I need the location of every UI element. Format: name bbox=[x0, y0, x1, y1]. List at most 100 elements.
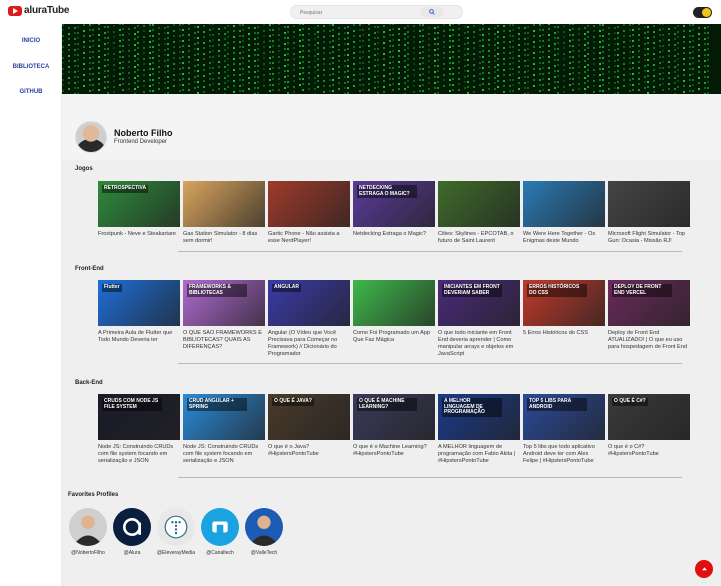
matrix-column bbox=[422, 24, 424, 94]
video-title[interactable]: O que todo iniciante em Front End deveri… bbox=[438, 330, 520, 358]
favorite-profile[interactable]: @Canaltech bbox=[200, 508, 240, 556]
video-thumbnail[interactable]: DEPLOY DE FRONT END VERCEL bbox=[608, 280, 690, 326]
matrix-column bbox=[332, 24, 334, 94]
video-thumbnail[interactable] bbox=[608, 181, 690, 227]
video-thumbnail[interactable]: TOP 5 LIBS PARA ANDROID bbox=[523, 394, 605, 440]
sidebar-item-biblioteca[interactable]: BIBLIOTECA bbox=[0, 64, 62, 70]
video-thumbnail[interactable]: Flutter bbox=[98, 280, 180, 326]
thumbnail-text: RETROSPECTIVA bbox=[102, 185, 149, 193]
app-logo[interactable]: aluraTube bbox=[8, 5, 69, 16]
section-title-front-end: Front-End bbox=[75, 266, 104, 272]
video-thumbnail[interactable]: O QUE É JAVA? bbox=[268, 394, 350, 440]
video-card[interactable]: O QUE É MACHINE LEARNING? O que é o Machi… bbox=[353, 394, 435, 472]
video-title[interactable]: Microsoft Flight Simulator - Top Gun: Oc… bbox=[608, 231, 690, 253]
video-title[interactable]: O que é o C#? #HipstersPontoTube bbox=[608, 444, 690, 472]
video-card[interactable]: CRUDS COM NODE JS FILE SYSTEM Node JS: Co… bbox=[98, 394, 180, 472]
video-card[interactable]: Cities: Skylines - EPCOTAB, o futuro de … bbox=[438, 181, 520, 253]
video-card[interactable]: ANGULAR Angular (O Vídeo que Você Precisa… bbox=[268, 280, 350, 358]
video-title[interactable]: A Primeira Aula de Flutter que Todo Mund… bbox=[98, 330, 180, 358]
matrix-column bbox=[464, 24, 466, 90]
video-card[interactable]: Microsoft Flight Simulator - Top Gun: Oc… bbox=[608, 181, 690, 253]
video-thumbnail[interactable]: O QUE É C#? bbox=[608, 394, 690, 440]
row-scrollbar[interactable] bbox=[178, 363, 682, 364]
video-title[interactable]: Node JS: Construindo CRUDs com file syst… bbox=[98, 444, 180, 472]
video-thumbnail[interactable]: A MELHOR LINGUAGEM DE PROGRAMAÇÃO bbox=[438, 394, 520, 440]
matrix-column bbox=[83, 24, 85, 88]
video-card[interactable]: INICIANTES EM FRONT DEVERIAM SABER O que … bbox=[438, 280, 520, 358]
matrix-column bbox=[107, 24, 109, 94]
favorite-profile[interactable]: @EleverayMedia bbox=[156, 508, 196, 556]
video-title[interactable]: Frostpunk - Neve e Steakartare bbox=[98, 231, 180, 253]
video-card[interactable]: A MELHOR LINGUAGEM DE PROGRAMAÇÃO A MELHO… bbox=[438, 394, 520, 472]
person-avatar-icon[interactable] bbox=[245, 508, 283, 546]
video-title[interactable]: Node JS: Construindo CRUDs com file syst… bbox=[183, 444, 265, 472]
video-thumbnail[interactable]: CRUDS COM NODE JS FILE SYSTEM bbox=[98, 394, 180, 440]
video-thumbnail[interactable] bbox=[523, 181, 605, 227]
video-thumbnail[interactable]: FRAMEWORKS & BIBLIOTECAS bbox=[183, 280, 265, 326]
video-card[interactable]: TOP 5 LIBS PARA ANDROID Top 5 libs que to… bbox=[523, 394, 605, 472]
favorite-profile[interactable]: @NobertoFilho bbox=[68, 508, 108, 556]
sidebar-item-github[interactable]: GITHUB bbox=[0, 89, 62, 95]
video-title[interactable]: A MELHOR linguagem de programação com Fa… bbox=[438, 444, 520, 472]
video-thumbnail[interactable]: RETROSPECTIVA bbox=[98, 181, 180, 227]
video-thumbnail[interactable]: NETDECKING ESTRAGA O MAGIC? bbox=[353, 181, 435, 227]
video-title[interactable]: Netdecking Estraga o Magic? bbox=[353, 231, 435, 253]
matrix-column bbox=[437, 24, 439, 94]
sidebar-item-inicio[interactable]: INICIO bbox=[0, 38, 62, 44]
video-card[interactable]: DEPLOY DE FRONT END VERCEL Deploy de Fron… bbox=[608, 280, 690, 358]
video-thumbnail[interactable] bbox=[353, 280, 435, 326]
matrix-column bbox=[518, 24, 520, 91]
arrow-up-icon bbox=[701, 566, 707, 570]
video-card[interactable]: CRUD ANGULAR + SPRING Node JS: Construind… bbox=[183, 394, 265, 472]
theme-toggle[interactable] bbox=[693, 7, 712, 18]
row-scrollbar[interactable] bbox=[178, 251, 682, 252]
search-input[interactable] bbox=[300, 7, 420, 18]
video-card[interactable]: RETROSPECTIVA Frostpunk - Neve e Steakart… bbox=[98, 181, 180, 253]
video-card[interactable]: Gas Station Simulator - 8 dias sem dormi… bbox=[183, 181, 265, 253]
canaltech-icon[interactable] bbox=[201, 508, 239, 546]
video-title[interactable]: Como Foi Programado um App Que Faz Mágic… bbox=[353, 330, 435, 358]
scroll-top-button[interactable] bbox=[695, 560, 713, 578]
matrix-column bbox=[167, 24, 169, 94]
matrix-column bbox=[533, 24, 535, 88]
video-thumbnail[interactable]: ANGULAR bbox=[268, 280, 350, 326]
video-title[interactable]: Deploy de Front End ATUALIZADO! | O que … bbox=[608, 330, 690, 358]
video-card[interactable]: ERROS HISTÓRICOS DO CSS 5 Erros Histórico… bbox=[523, 280, 605, 358]
video-title[interactable]: Gas Station Simulator - 8 dias sem dormi… bbox=[183, 231, 265, 253]
thumbnail-text: Flutter bbox=[102, 284, 122, 292]
video-thumbnail[interactable]: ERROS HISTÓRICOS DO CSS bbox=[523, 280, 605, 326]
video-title[interactable]: Top 5 libs que todo aplicativo Android d… bbox=[523, 444, 605, 472]
video-thumbnail[interactable]: INICIANTES EM FRONT DEVERIAM SABER bbox=[438, 280, 520, 326]
matrix-column bbox=[89, 24, 91, 93]
video-title[interactable]: O QUE SÃO FRAMEWORKS E BIBLIOTECAS? QUAI… bbox=[183, 330, 265, 358]
video-title[interactable]: O que é o Java? #HipstersPontoTube bbox=[268, 444, 350, 472]
matrix-column bbox=[344, 24, 346, 94]
video-thumbnail[interactable] bbox=[183, 181, 265, 227]
video-title[interactable]: Cities: Skylines - EPCOTAB, o futuro de … bbox=[438, 231, 520, 253]
video-card[interactable]: Flutter A Primeira Aula de Flutter que To… bbox=[98, 280, 180, 358]
video-card[interactable]: O QUE É JAVA? O que é o Java? #HipstersPo… bbox=[268, 394, 350, 472]
video-title[interactable]: O que é o Machine Learning? #HipstersPon… bbox=[353, 444, 435, 472]
video-card[interactable]: Como Foi Programado um App Que Faz Mágic… bbox=[353, 280, 435, 358]
video-title[interactable]: 5 Erros Históricos do CSS bbox=[523, 330, 605, 358]
video-card[interactable]: O QUE É C#? O que é o C#? #HipstersPontoT… bbox=[608, 394, 690, 472]
alura-icon[interactable] bbox=[113, 508, 151, 546]
video-title[interactable]: Gartic Phone - Não assista a esse NerdPl… bbox=[268, 231, 350, 253]
video-card[interactable]: Gartic Phone - Não assista a esse NerdPl… bbox=[268, 181, 350, 253]
favorite-profile[interactable]: @ValleTech bbox=[244, 508, 284, 556]
matrix-column bbox=[479, 24, 481, 87]
video-title[interactable]: Angular (O Vídeo que Você Precisava para… bbox=[268, 330, 350, 358]
video-thumbnail[interactable] bbox=[438, 181, 520, 227]
dots-icon[interactable] bbox=[157, 508, 195, 546]
video-card[interactable]: We Were Here Together - Os Enigmas deste… bbox=[523, 181, 605, 253]
video-thumbnail[interactable]: CRUD ANGULAR + SPRING bbox=[183, 394, 265, 440]
video-card[interactable]: NETDECKING ESTRAGA O MAGIC? Netdecking Es… bbox=[353, 181, 435, 253]
video-card[interactable]: FRAMEWORKS & BIBLIOTECAS O QUE SÃO FRAMEW… bbox=[183, 280, 265, 358]
video-thumbnail[interactable] bbox=[268, 181, 350, 227]
search-button[interactable] bbox=[420, 7, 444, 17]
video-thumbnail[interactable]: O QUE É MACHINE LEARNING? bbox=[353, 394, 435, 440]
video-title[interactable]: We Were Here Together - Os Enigmas deste… bbox=[523, 231, 605, 253]
favorite-profile[interactable]: @Alura bbox=[112, 508, 152, 556]
person-avatar-icon[interactable] bbox=[69, 508, 107, 546]
row-scrollbar[interactable] bbox=[178, 477, 682, 478]
